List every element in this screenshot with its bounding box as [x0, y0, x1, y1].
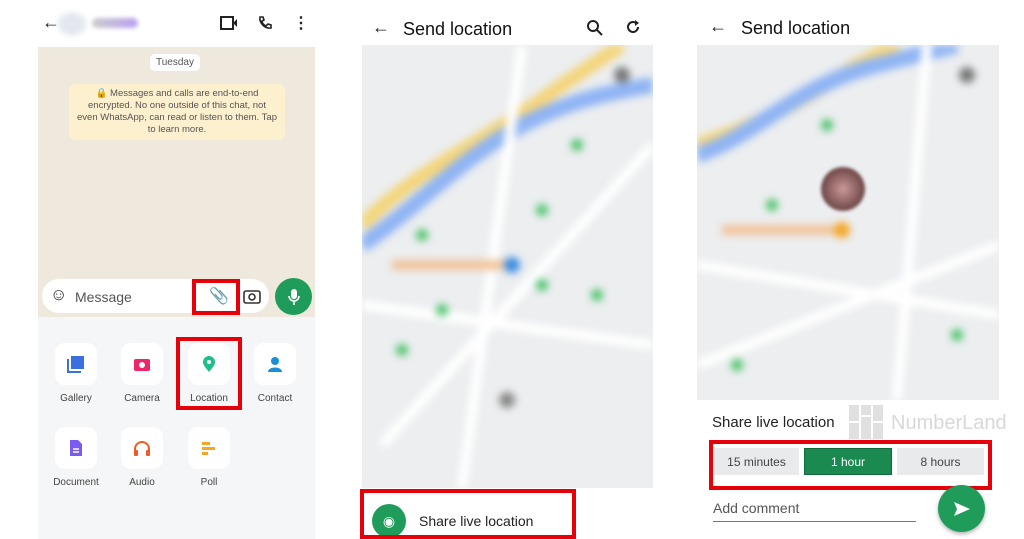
more-options-icon[interactable]: ⋮: [293, 13, 309, 33]
chat-background: Tuesday 🔒 Messages and calls are end-to-…: [38, 47, 315, 317]
camera-icon[interactable]: [243, 288, 261, 304]
poll-icon: [202, 442, 215, 455]
attach-label: Document: [53, 477, 99, 488]
map-view[interactable]: [697, 45, 999, 400]
gallery-icon: [67, 356, 84, 373]
share-live-location-heading: Share live location: [712, 414, 835, 431]
comment-input[interactable]: Add comment: [713, 500, 916, 522]
map-blurred: [362, 45, 653, 488]
attach-label: Gallery: [60, 393, 92, 404]
comment-placeholder: Add comment: [713, 500, 800, 516]
document-icon: [70, 440, 82, 456]
mic-button[interactable]: [275, 278, 312, 315]
headphones-icon: [134, 441, 150, 456]
video-call-icon[interactable]: [220, 16, 238, 30]
attach-audio[interactable]: Audio: [112, 427, 172, 488]
emoji-icon[interactable]: ☺: [50, 285, 67, 305]
attach-label: Contact: [257, 393, 293, 404]
attach-label: Audio: [129, 477, 155, 488]
refresh-icon[interactable]: [625, 19, 641, 35]
highlight-durations: [709, 440, 992, 490]
send-location-panel: ← Send location ◉ Share live location: [360, 0, 655, 539]
highlight-attach: [192, 279, 240, 315]
attach-document[interactable]: Document: [46, 427, 106, 488]
send-icon: [953, 501, 970, 516]
date-chip: Tuesday: [150, 54, 200, 71]
highlight-share-live: [360, 489, 576, 539]
chat-header: ← ⋮: [38, 0, 315, 47]
avatar[interactable]: [58, 12, 86, 36]
attach-poll[interactable]: Poll: [179, 427, 239, 488]
attach-camera[interactable]: Camera: [112, 343, 172, 404]
map-blurred: [697, 45, 999, 400]
page-title: Send location: [403, 19, 513, 39]
share-live-panel: ← Send location Share live location Numb…: [697, 0, 1024, 539]
contact-name[interactable]: [92, 18, 138, 28]
mic-icon: [287, 288, 300, 305]
back-arrow-icon[interactable]: ←: [372, 17, 390, 38]
encryption-notice-text: Messages and calls are end-to-end encryp…: [77, 88, 277, 135]
user-avatar-marker: [821, 167, 865, 211]
attach-label: Camera: [124, 393, 160, 404]
attach-gallery[interactable]: Gallery: [46, 343, 106, 404]
chat-panel: ← ⋮ Tuesday 🔒 Messages and calls are end…: [38, 0, 315, 539]
highlight-location: [176, 337, 242, 410]
numberland-logo-icon: [849, 405, 883, 439]
camera-icon: [134, 359, 150, 371]
back-arrow-icon[interactable]: ←: [709, 16, 727, 37]
person-icon: [268, 357, 282, 372]
watermark-text: NumberLand: [891, 411, 1007, 434]
send-button[interactable]: [938, 485, 985, 532]
attach-label: Poll: [200, 477, 218, 488]
map-view[interactable]: [362, 45, 653, 488]
watermark-logo: NumberLand: [849, 405, 1007, 441]
message-input[interactable]: Message: [75, 289, 132, 305]
page-title: Send location: [741, 18, 851, 38]
attach-contact[interactable]: Contact: [245, 343, 305, 404]
search-icon[interactable]: [586, 19, 603, 36]
encryption-notice[interactable]: 🔒 Messages and calls are end-to-end encr…: [69, 84, 285, 140]
phone-icon[interactable]: [257, 15, 273, 31]
